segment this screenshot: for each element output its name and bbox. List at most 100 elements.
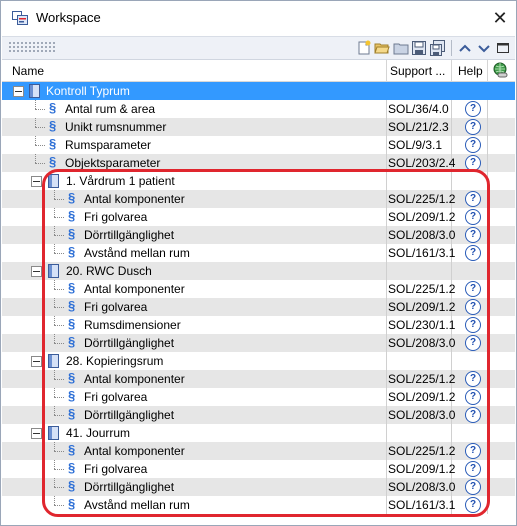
tree-rule-row[interactable]: § Rumsparameter SOL/9/3.1?: [2, 136, 515, 154]
tree-rule-row[interactable]: § Avstånd mellan rum SOL/161/3.1?: [2, 496, 515, 514]
help-icon[interactable]: ?: [465, 281, 481, 297]
rule-section-icon: §: [68, 388, 76, 403]
move-down-icon[interactable]: [476, 40, 492, 56]
link-globe-icon[interactable]: [492, 62, 509, 79]
cell-divider: [487, 298, 488, 316]
tree-item-label: Kontroll Typrum: [46, 84, 130, 98]
tree-group-row[interactable]: 41. Jourrum: [2, 424, 515, 442]
cell-divider: [487, 172, 488, 190]
support-code: SOL/209/1.2: [388, 300, 456, 314]
tree-rule-row[interactable]: § Antal komponenter SOL/225/1.2?: [2, 370, 515, 388]
column-help[interactable]: Help: [458, 64, 483, 78]
help-icon[interactable]: ?: [465, 209, 481, 225]
save-icon[interactable]: [411, 40, 427, 56]
tree-item-label: Dörrtillgänglighet: [84, 408, 175, 422]
help-icon[interactable]: ?: [465, 299, 481, 315]
help-icon[interactable]: ?: [465, 479, 481, 495]
tree-connector: [35, 145, 45, 146]
tree-rule-row[interactable]: § Fri golvarea SOL/209/1.2?: [2, 298, 515, 316]
collapse-toggle-icon[interactable]: [31, 356, 42, 367]
tree-rule-row[interactable]: § Avstånd mellan rum SOL/161/3.1?: [2, 244, 515, 262]
tree-rule-row[interactable]: § Fri golvarea SOL/209/1.2?: [2, 208, 515, 226]
tree-rule-row[interactable]: § Dörrtillgänglighet SOL/208/3.0?: [2, 478, 515, 496]
title-bar: Workspace ✕: [1, 1, 516, 35]
tree-item-label: Fri golvarea: [84, 300, 148, 314]
collapse-toggle-icon[interactable]: [31, 428, 42, 439]
column-divider[interactable]: [386, 60, 387, 81]
tree-connector: [35, 109, 45, 110]
help-icon[interactable]: ?: [465, 389, 481, 405]
tree-connector: [54, 487, 64, 488]
help-icon[interactable]: ?: [465, 461, 481, 477]
close-button[interactable]: ✕: [490, 7, 510, 29]
column-divider[interactable]: [487, 60, 488, 81]
help-icon[interactable]: ?: [465, 317, 481, 333]
tree-connector: [54, 442, 55, 451]
support-code: SOL/208/3.0: [388, 408, 456, 422]
tree-rule-row[interactable]: § Dörrtillgänglighet SOL/208/3.0?: [2, 406, 515, 424]
tree-rule-row[interactable]: § Fri golvarea SOL/209/1.2?: [2, 460, 515, 478]
cell-divider: [386, 118, 387, 136]
help-icon[interactable]: ?: [465, 155, 481, 171]
move-up-icon[interactable]: [457, 40, 473, 56]
help-icon[interactable]: ?: [465, 245, 481, 261]
help-icon[interactable]: ?: [465, 497, 481, 513]
cell-divider: [487, 208, 488, 226]
cell-divider: [451, 424, 452, 442]
tree-connector: [54, 496, 55, 505]
tree-connector: [54, 379, 64, 380]
column-name[interactable]: Name: [12, 64, 44, 78]
help-icon[interactable]: ?: [465, 443, 481, 459]
help-icon[interactable]: ?: [465, 227, 481, 243]
tree-root-row[interactable]: Kontroll Typrum: [2, 82, 515, 100]
tree-connector: [35, 118, 36, 127]
tree-rule-row[interactable]: § Objektsparameter SOL/203/2.4?: [2, 154, 515, 172]
help-icon[interactable]: ?: [465, 101, 481, 117]
cell-divider: [386, 262, 387, 280]
tree-rule-row[interactable]: § Antal komponenter SOL/225/1.2?: [2, 190, 515, 208]
cell-divider: [386, 496, 387, 514]
collapse-toggle-icon[interactable]: [31, 266, 42, 277]
help-icon[interactable]: ?: [465, 137, 481, 153]
tree-rule-row[interactable]: § Rumsdimensioner SOL/230/1.1?: [2, 316, 515, 334]
tree-rule-row[interactable]: § Unikt rumsnummer SOL/21/2.3?: [2, 118, 515, 136]
tree-group-row[interactable]: 28. Kopieringsrum: [2, 352, 515, 370]
tree-item-label: 20. RWC Dusch: [66, 264, 152, 278]
tree-item-label: Fri golvarea: [84, 210, 148, 224]
rule-section-icon: §: [49, 118, 57, 133]
help-icon[interactable]: ?: [465, 371, 481, 387]
tree-rule-row[interactable]: § Antal rum & area SOL/36/4.0?: [2, 100, 515, 118]
tree-rule-row[interactable]: § Dörrtillgänglighet SOL/208/3.0?: [2, 226, 515, 244]
help-icon[interactable]: ?: [465, 191, 481, 207]
tree-group-row[interactable]: 20. RWC Dusch: [2, 262, 515, 280]
cell-divider: [451, 118, 452, 136]
open-folder-icon[interactable]: [374, 40, 390, 56]
tree-item-label: Antal komponenter: [84, 192, 185, 206]
toolbar-grip[interactable]: [8, 41, 56, 53]
window-title: Workspace: [36, 10, 101, 25]
tree-connector: [54, 343, 64, 344]
tree-rule-row[interactable]: § Antal komponenter SOL/225/1.2?: [2, 442, 515, 460]
collapse-toggle-icon[interactable]: [31, 176, 42, 187]
tree-group-row[interactable]: 1. Vårdrum 1 patient: [2, 172, 515, 190]
maximize-icon[interactable]: [495, 40, 511, 56]
rule-section-icon: §: [49, 154, 57, 169]
collapse-toggle-icon[interactable]: [13, 86, 24, 97]
help-icon[interactable]: ?: [465, 407, 481, 423]
tree-rule-row[interactable]: § Fri golvarea SOL/209/1.2?: [2, 388, 515, 406]
help-icon[interactable]: ?: [465, 335, 481, 351]
support-code: SOL/9/3.1: [388, 138, 443, 152]
folder-icon[interactable]: [393, 40, 409, 56]
support-code: SOL/208/3.0: [388, 228, 456, 242]
tree-item-label: Dörrtillgänglighet: [84, 228, 175, 242]
save-all-icon[interactable]: [430, 40, 446, 56]
help-icon[interactable]: ?: [465, 119, 481, 135]
cell-divider: [386, 244, 387, 262]
cell-divider: [386, 406, 387, 424]
tree-rule-row[interactable]: § Dörrtillgänglighet SOL/208/3.0?: [2, 334, 515, 352]
column-divider[interactable]: [451, 60, 452, 81]
new-icon[interactable]: [356, 40, 372, 56]
tree-rule-row[interactable]: § Antal komponenter SOL/225/1.2?: [2, 280, 515, 298]
column-support[interactable]: Support ...: [390, 64, 445, 78]
book-icon: [48, 174, 59, 188]
